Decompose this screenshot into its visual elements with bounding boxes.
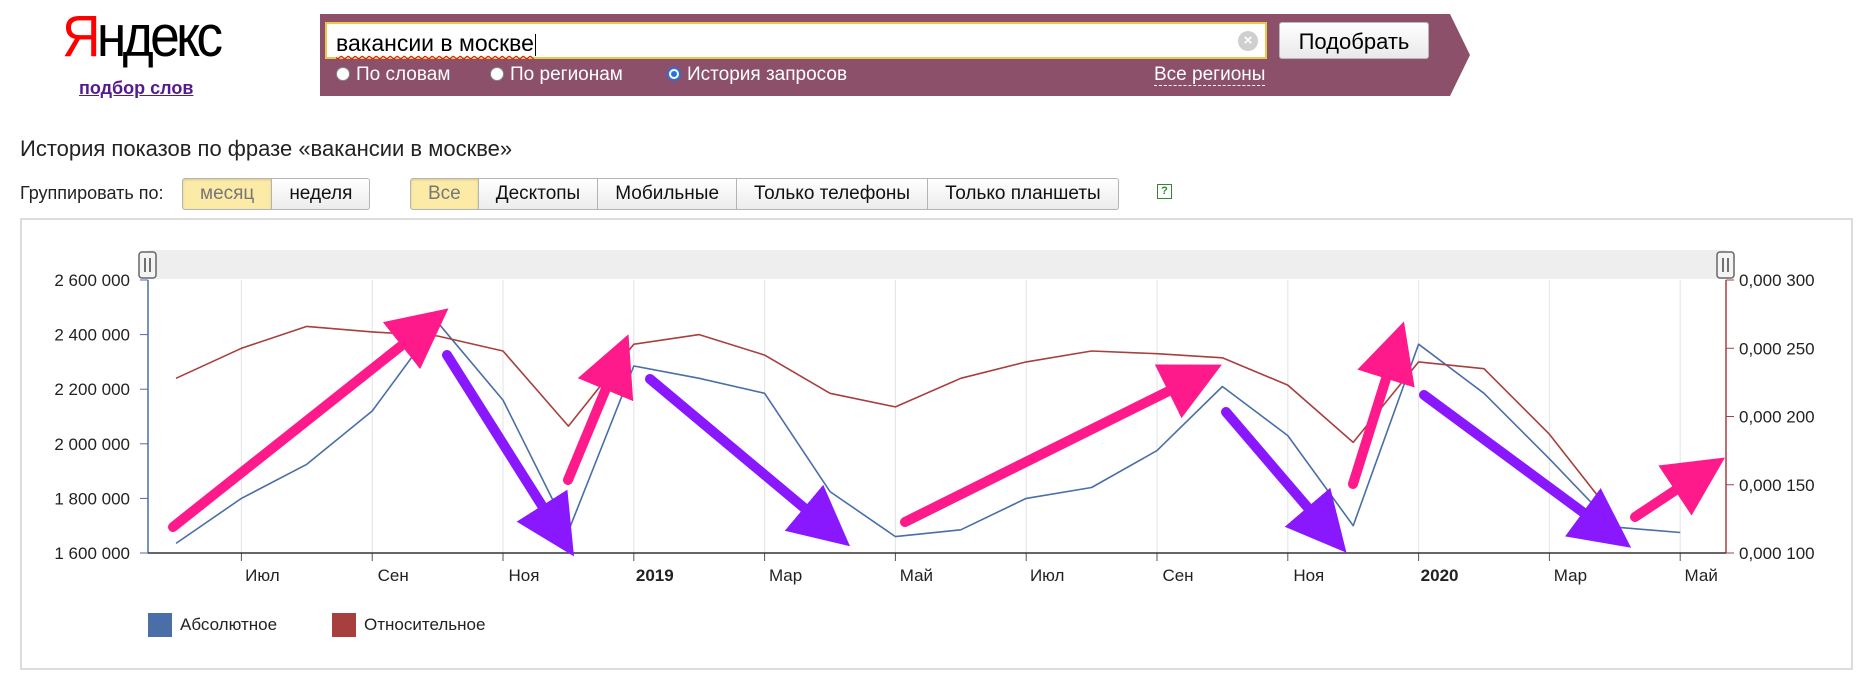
navigator-left-handle[interactable]	[138, 251, 157, 279]
annotation-arrow-up	[563, 334, 634, 485]
x-tick-label: Мар	[1554, 566, 1587, 585]
x-tick-label: Июл	[1030, 566, 1065, 585]
y-right-tick-label: 0,000 150	[1739, 476, 1815, 495]
x-tick-label: Июл	[245, 566, 280, 585]
y-left-tick-label: 2 400 000	[54, 326, 130, 345]
y-right-tick-label: 0,000 250	[1739, 339, 1815, 358]
legend-item-absolute[interactable]: Абсолютное	[148, 613, 277, 637]
y-right-tick-label: 0,000 300	[1739, 271, 1815, 290]
annotation-arrow-up	[1348, 321, 1415, 489]
annotation-arrow-down	[645, 374, 851, 547]
chart-axes: Июл Сен Ноя 2019 Мар Май Июл Сен Ноя 2020 Мар Май 2 …	[54, 271, 1814, 585]
y-right-tick-label: 0,000 100	[1739, 544, 1815, 563]
annotation-arrow-down	[1221, 407, 1347, 553]
y-left-tick-label: 1 600 000	[54, 544, 130, 563]
navigator-right-handle[interactable]	[1716, 251, 1735, 279]
annotation-arrow-down	[1419, 390, 1632, 548]
y-right-tick-label: 0,000 200	[1739, 408, 1815, 427]
history-chart: Июл Сен Ноя 2019 Мар Май Июл Сен Ноя 2020 Мар Май 2 …	[54, 250, 1815, 585]
y-left-tick-label: 1 800 000	[54, 489, 130, 508]
x-tick-label: 2019	[636, 566, 674, 585]
x-tick-label: Май	[1685, 566, 1718, 585]
annotation-arrow-up	[900, 364, 1222, 527]
x-tick-label: Мар	[769, 566, 802, 585]
y-left-tick-label: 2 200 000	[54, 380, 130, 399]
x-tick-label: Сен	[378, 566, 409, 585]
x-tick-label: Ноя	[1293, 566, 1324, 585]
y-left-tick-label: 2 000 000	[54, 435, 130, 454]
x-tick-label: Ноя	[509, 566, 540, 585]
annotation-arrow-up	[1630, 457, 1726, 522]
x-tick-label: Сен	[1162, 566, 1193, 585]
chart-grid	[240, 280, 1681, 553]
legend-item-relative[interactable]: Относительное	[332, 613, 485, 637]
legend-swatch	[148, 613, 172, 637]
legend-swatch	[332, 613, 356, 637]
y-left-tick-label: 2 600 000	[54, 271, 130, 290]
x-tick-label: 2020	[1421, 566, 1459, 585]
annotation-arrow-up	[168, 308, 449, 532]
chart-annotations	[168, 308, 1726, 557]
navigator-bar[interactable]	[148, 250, 1726, 279]
x-tick-label: Май	[900, 566, 933, 585]
